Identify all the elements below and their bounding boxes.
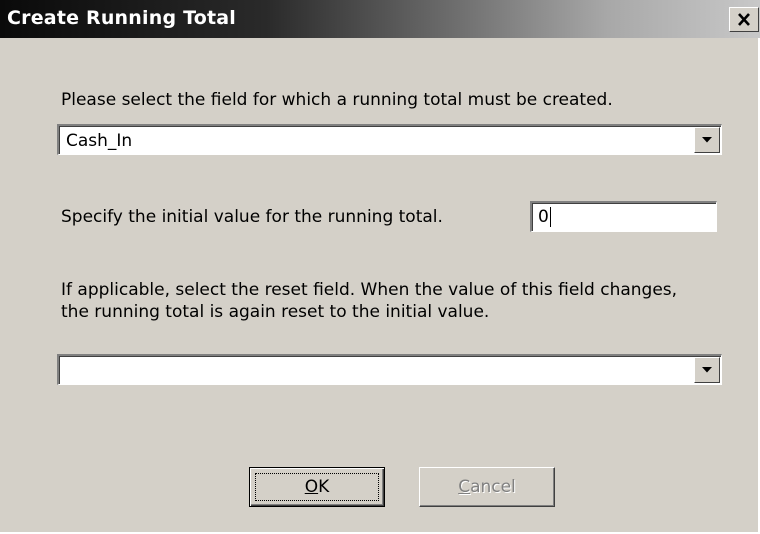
title-bar[interactable]: Create Running Total: [0, 0, 760, 38]
field-combobox-dropdown-button[interactable]: [694, 127, 720, 153]
close-button[interactable]: [729, 7, 759, 32]
initial-value-label: Specify the initial value for the runnin…: [61, 207, 443, 227]
initial-value-input[interactable]: 0: [530, 201, 717, 232]
reset-field-label-line2: the running total is again reset to the …: [61, 302, 490, 322]
chevron-down-icon: [702, 367, 712, 373]
create-running-total-dialog: Create Running Total Please select the f…: [0, 0, 760, 534]
reset-field-combobox[interactable]: [57, 354, 722, 385]
field-select-label: Please select the field for which a runn…: [61, 90, 613, 110]
reset-field-dropdown-button[interactable]: [694, 357, 720, 383]
cancel-button-label: Cancel: [458, 477, 516, 497]
reset-field-label-line1: If applicable, select the reset field. W…: [61, 280, 678, 300]
text-caret: [550, 207, 551, 227]
chevron-down-icon: [702, 137, 712, 143]
field-combobox-value: Cash_In: [66, 131, 133, 151]
close-icon: [738, 13, 750, 26]
field-combobox[interactable]: Cash_In: [57, 124, 722, 155]
window-title: Create Running Total: [7, 7, 236, 29]
initial-value-text: 0: [538, 207, 549, 227]
ok-button-label: OK: [304, 477, 330, 497]
cancel-button[interactable]: Cancel: [419, 467, 555, 507]
ok-button[interactable]: OK: [249, 467, 385, 507]
